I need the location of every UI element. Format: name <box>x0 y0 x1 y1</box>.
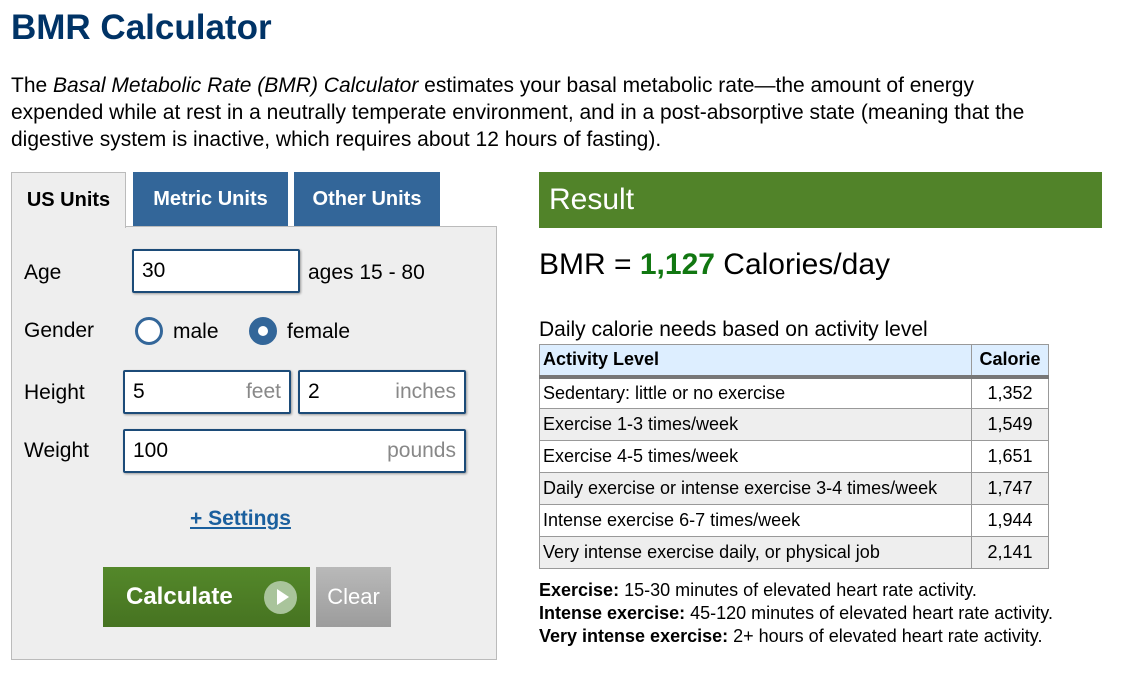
calculate-button[interactable]: Calculate <box>103 567 310 627</box>
intro-prefix: The <box>11 74 54 97</box>
gender-female-radio[interactable] <box>249 317 277 345</box>
activity-cell: Exercise 1-3 times/week <box>539 408 972 441</box>
height-inches-input[interactable]: 2 inches <box>298 370 466 414</box>
clear-button[interactable]: Clear <box>316 567 391 627</box>
result-header: Result <box>539 172 1102 228</box>
weight-label: Weight <box>24 439 89 462</box>
table-row: Daily exercise or intense exercise 3-4 t… <box>539 472 1049 505</box>
calculate-label: Calculate <box>126 583 233 610</box>
header-activity-level: Activity Level <box>539 344 972 379</box>
note-term: Exercise: <box>539 580 620 600</box>
note-text: 15-30 minutes of elevated heart rate act… <box>619 580 977 600</box>
table-header-row: Activity Level Calorie <box>539 344 1049 379</box>
age-input[interactable]: 30 <box>132 249 300 293</box>
height-inches-value: 2 <box>308 380 320 403</box>
weight-unit: pounds <box>387 439 456 462</box>
gender-male-radio[interactable] <box>135 317 163 345</box>
settings-link[interactable]: + Settings <box>190 507 291 531</box>
note-text: 45-120 minutes of elevated heart rate ac… <box>685 603 1053 623</box>
table-row: Sedentary: little or no exercise 1,352 <box>539 376 1049 409</box>
activity-table: Activity Level Calorie Sedentary: little… <box>539 344 1049 569</box>
note-term: Very intense exercise: <box>539 626 729 646</box>
note-term: Intense exercise: <box>539 603 686 623</box>
age-label: Age <box>24 261 62 284</box>
calorie-cell: 1,651 <box>971 440 1049 473</box>
height-inches-unit: inches <box>395 380 456 403</box>
tab-metric-units[interactable]: Metric Units <box>133 172 288 226</box>
age-hint: ages 15 - 80 <box>308 261 425 284</box>
height-feet-value: 5 <box>133 380 145 403</box>
intro-italic: Basal Metabolic Rate (BMR) Calculator <box>53 74 419 97</box>
calorie-cell: 1,747 <box>971 472 1049 505</box>
bmr-prefix: BMR = <box>539 248 640 281</box>
table-row: Exercise 4-5 times/week 1,651 <box>539 440 1049 473</box>
tab-us-units[interactable]: US Units <box>11 172 126 228</box>
height-feet-input[interactable]: 5 feet <box>123 370 291 414</box>
bmr-result: BMR = 1,127 Calories/day <box>539 248 890 282</box>
calorie-cell: 1,352 <box>971 376 1049 409</box>
note-intense-exercise: Intense exercise: 45-120 minutes of elev… <box>539 602 1053 625</box>
height-label: Height <box>24 381 85 404</box>
gender-female-label[interactable]: female <box>287 320 350 344</box>
gender-male-label[interactable]: male <box>173 320 219 344</box>
daily-calorie-title: Daily calorie needs based on activity le… <box>539 318 928 341</box>
bmr-suffix: Calories/day <box>714 248 891 281</box>
activity-cell: Exercise 4-5 times/week <box>539 440 972 473</box>
table-row: Intense exercise 6-7 times/week 1,944 <box>539 504 1049 537</box>
weight-value: 100 <box>133 439 169 462</box>
table-row: Very intense exercise daily, or physical… <box>539 536 1049 569</box>
intro-text: The Basal Metabolic Rate (BMR) Calculato… <box>11 72 1071 153</box>
exercise-notes: Exercise: 15-30 minutes of elevated hear… <box>539 579 1053 648</box>
play-icon <box>264 581 297 614</box>
header-calorie: Calorie <box>971 344 1049 379</box>
activity-cell: Sedentary: little or no exercise <box>539 376 972 409</box>
table-row: Exercise 1-3 times/week 1,549 <box>539 408 1049 441</box>
activity-cell: Very intense exercise daily, or physical… <box>539 536 972 569</box>
calculator-form: Age 30 ages 15 - 80 Gender male female H… <box>11 226 497 660</box>
note-exercise: Exercise: 15-30 minutes of elevated hear… <box>539 579 1053 602</box>
note-text: 2+ hours of elevated heart rate activity… <box>728 626 1043 646</box>
calorie-cell: 1,944 <box>971 504 1049 537</box>
weight-input[interactable]: 100 pounds <box>123 429 466 473</box>
activity-cell: Intense exercise 6-7 times/week <box>539 504 972 537</box>
gender-label: Gender <box>24 319 95 342</box>
calorie-cell: 2,141 <box>971 536 1049 569</box>
age-value: 30 <box>142 259 166 282</box>
bmr-value: 1,127 <box>639 248 715 281</box>
calorie-cell: 1,549 <box>971 408 1049 441</box>
tab-other-units[interactable]: Other Units <box>294 172 440 226</box>
activity-cell: Daily exercise or intense exercise 3-4 t… <box>539 472 972 505</box>
note-very-intense-exercise: Very intense exercise: 2+ hours of eleva… <box>539 625 1053 648</box>
height-feet-unit: feet <box>245 380 281 403</box>
page-title: BMR Calculator <box>11 8 272 47</box>
